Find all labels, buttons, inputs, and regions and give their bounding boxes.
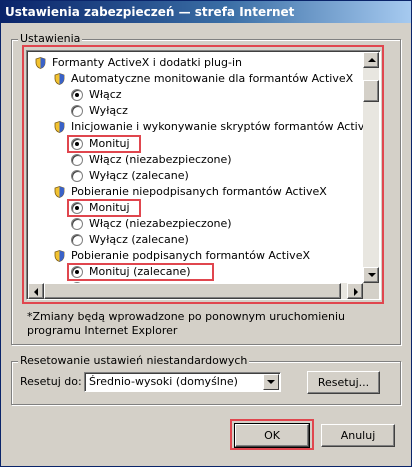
shield-icon bbox=[54, 73, 65, 86]
vertical-scrollbar[interactable] bbox=[363, 52, 379, 283]
row-label: Pobieranie podpisanych formantów ActiveX bbox=[71, 249, 310, 263]
horizontal-scrollbar[interactable] bbox=[28, 283, 363, 299]
arrow-down-icon bbox=[368, 273, 376, 277]
scroll-thumb[interactable] bbox=[363, 80, 379, 102]
reset-level-select[interactable]: Średnio-wysoki (domyślne) bbox=[84, 372, 281, 392]
shield-icon bbox=[54, 250, 65, 263]
reset-group-label: Resetowanie ustawień niestandardowych bbox=[18, 354, 250, 367]
cancel-button[interactable]: Anuluj bbox=[321, 424, 395, 447]
radio-option[interactable]: Włącz (niezabezpieczone) bbox=[27, 152, 363, 168]
scroll-right-button[interactable] bbox=[347, 283, 363, 299]
horizontal-scroll-thumb[interactable] bbox=[44, 283, 341, 299]
highlight-box bbox=[67, 134, 142, 153]
dropdown-button[interactable] bbox=[263, 374, 279, 390]
arrow-left-icon bbox=[34, 288, 38, 296]
shield-icon bbox=[54, 185, 65, 198]
radio-option[interactable]: Wyłącz (zalecane) bbox=[27, 232, 363, 248]
settings-list[interactable]: Formanty ActiveX i dodatki plug-in Automa… bbox=[26, 50, 381, 300]
ok-button[interactable]: OK bbox=[234, 423, 310, 448]
row-label: Pobieranie niepodpisanych formantów Acti… bbox=[71, 184, 327, 198]
radio-option[interactable]: Włącz (niezabezpieczone) bbox=[27, 216, 363, 232]
row-label: Wyłącz (zalecane) bbox=[89, 168, 189, 182]
highlight-box bbox=[67, 198, 142, 217]
reset-button[interactable]: Resetuj... bbox=[307, 371, 380, 394]
radio-selected-icon[interactable] bbox=[71, 89, 83, 102]
row-label: Automatyczne monitowanie dla formantów A… bbox=[71, 72, 354, 86]
scrollbar-corner bbox=[363, 283, 379, 299]
radio-option[interactable]: Wyłącz (zalecane) bbox=[27, 168, 363, 184]
reset-to-label: Resetuj do: bbox=[20, 375, 82, 388]
row-label: Włącz bbox=[89, 88, 122, 102]
settings-item: Pobieranie podpisanych formantów ActiveX bbox=[27, 248, 363, 264]
radio-option[interactable]: Monituj bbox=[27, 198, 363, 217]
settings-item: Automatyczne monitowanie dla formantów A… bbox=[27, 71, 363, 87]
shield-icon bbox=[54, 121, 65, 134]
radio-option[interactable]: Włącz bbox=[27, 87, 363, 103]
restart-note: *Zmiany będą wprowadzone po ponownym uru… bbox=[27, 310, 346, 337]
row-label: Inicjowanie i wykonywanie skryptów forma… bbox=[71, 120, 381, 134]
radio-icon[interactable] bbox=[71, 234, 83, 247]
radio-icon[interactable] bbox=[71, 153, 83, 166]
row-label: Włącz (niezabezpieczone) bbox=[89, 152, 232, 166]
row-label: Wyłącz bbox=[89, 104, 128, 118]
arrow-right-icon bbox=[354, 288, 358, 296]
radio-option[interactable]: Monituj (zalecane) bbox=[27, 263, 363, 282]
security-settings-dialog: Ustawienia zabezpieczeń — strefa Interne… bbox=[0, 0, 412, 467]
settings-item: Pobieranie niepodpisanych formantów Acti… bbox=[27, 184, 363, 200]
settings-category: Formanty ActiveX i dodatki plug-in bbox=[27, 55, 363, 71]
highlight-box bbox=[67, 263, 214, 282]
shield-icon bbox=[35, 57, 46, 69]
chevron-down-icon bbox=[267, 380, 275, 384]
scroll-up-button[interactable] bbox=[363, 52, 379, 68]
arrow-up-icon bbox=[368, 58, 376, 62]
radio-option[interactable]: Monituj bbox=[27, 134, 363, 153]
row-label: Wyłącz (zalecane) bbox=[89, 233, 189, 247]
row-label: Włącz (niezabezpieczone) bbox=[89, 217, 232, 230]
row-label: Formanty ActiveX i dodatki plug-in bbox=[52, 56, 243, 69]
radio-icon[interactable] bbox=[71, 169, 83, 182]
reset-level-value: Średnio-wysoki (domyślne) bbox=[89, 375, 238, 388]
scroll-down-button[interactable] bbox=[363, 267, 379, 283]
settings-group-label: Ustawienia bbox=[18, 32, 83, 45]
scroll-left-button[interactable] bbox=[28, 283, 44, 299]
radio-icon[interactable] bbox=[71, 218, 83, 230]
radio-icon[interactable] bbox=[71, 105, 83, 118]
radio-option[interactable]: Wyłącz bbox=[27, 103, 363, 119]
window-title: Ustawienia zabezpieczeń — strefa Interne… bbox=[1, 1, 411, 23]
settings-item: Inicjowanie i wykonywanie skryptów forma… bbox=[27, 119, 380, 135]
